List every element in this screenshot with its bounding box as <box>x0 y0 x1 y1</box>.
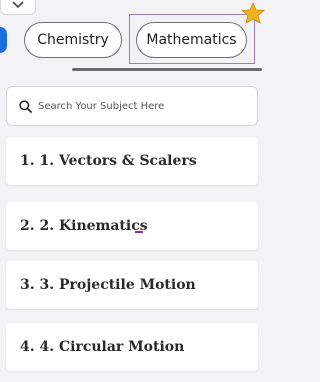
active-subject-indicator[interactable] <box>0 27 7 53</box>
subject-chip-mathematics[interactable]: Mathematics <box>136 22 247 58</box>
star-icon[interactable] <box>241 2 265 24</box>
search-icon <box>19 99 32 113</box>
collapse-toggle[interactable] <box>0 0 36 15</box>
chapter-item[interactable]: 2. 2. Kinematics <box>6 202 258 250</box>
chapter-label: 4. 4. Circular Motion <box>20 339 185 355</box>
chapter-item[interactable]: 1. 1. Vectors & Scalers <box>6 137 258 185</box>
chevron-down-icon <box>12 1 24 9</box>
tabs-scroll-indicator[interactable] <box>72 68 262 71</box>
subject-chip-label: Mathematics <box>146 32 237 48</box>
search-input[interactable] <box>38 100 238 112</box>
subject-chip-label: Chemistry <box>37 32 109 48</box>
chapter-label: 2. 2. Kinematics <box>20 218 148 234</box>
search-box[interactable] <box>6 86 258 126</box>
chapter-label: 1. 1. Vectors & Scalers <box>20 153 197 169</box>
chapter-item[interactable]: 4. 4. Circular Motion <box>6 323 258 371</box>
chapter-item[interactable]: 3. 3. Projectile Motion <box>6 261 258 309</box>
chapter-label: 3. 3. Projectile Motion <box>20 277 196 293</box>
text-cursor <box>135 231 143 233</box>
subject-chip-chemistry[interactable]: Chemistry <box>24 22 122 58</box>
